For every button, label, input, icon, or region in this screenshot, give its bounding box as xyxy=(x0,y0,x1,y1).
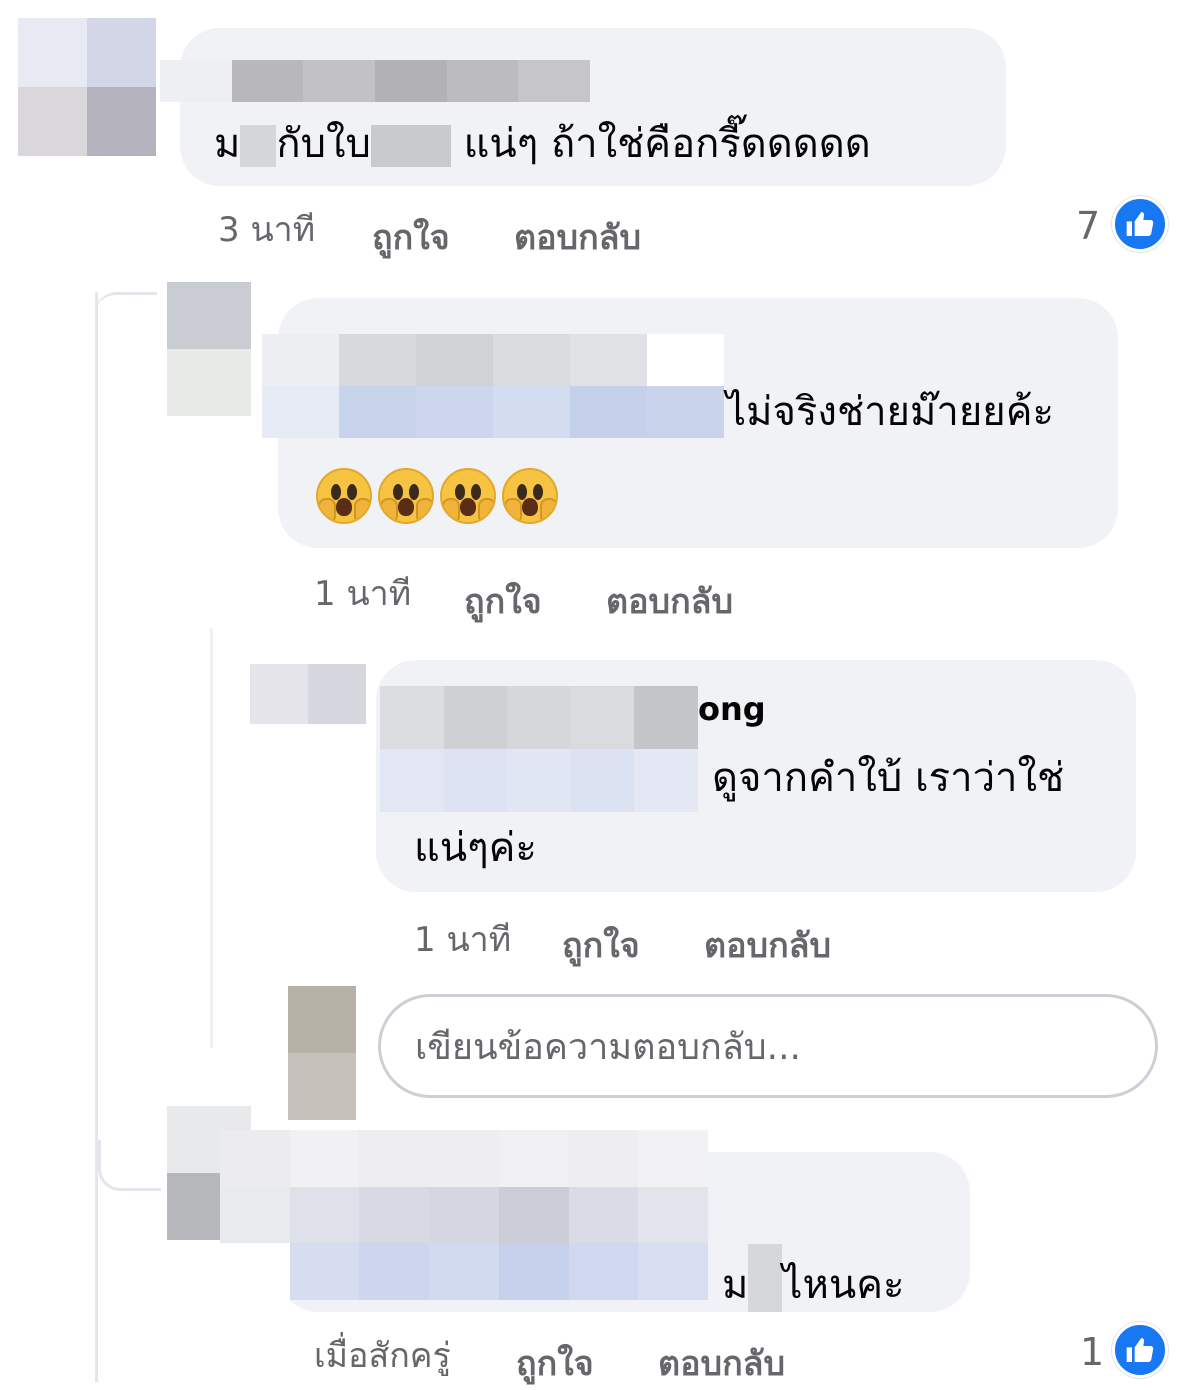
like-button[interactable]: ถูกใจ xyxy=(372,210,450,264)
reply-button[interactable]: ตอบกลับ xyxy=(514,210,641,264)
thumbs-up-icon[interactable] xyxy=(1112,1322,1168,1378)
thread-curve-reply-2 xyxy=(98,1140,161,1191)
like-button[interactable]: ถูกใจ xyxy=(562,918,640,972)
reply-input-box[interactable] xyxy=(378,994,1158,1098)
reply-button[interactable]: ตอบกลับ xyxy=(704,918,831,972)
thread-line-main xyxy=(95,292,98,1382)
comment-text: ดูจากคำใบ้ เราว่าใช่ xyxy=(712,755,1065,801)
comment-time[interactable]: 3 นาที xyxy=(218,202,315,256)
reply-button[interactable]: ตอบกลับ xyxy=(658,1336,785,1390)
thread-line-sub xyxy=(210,628,213,1048)
thumbs-up-icon[interactable] xyxy=(1112,196,1168,252)
comment-text: แน่ๆค่ะ xyxy=(414,825,537,871)
reply-input[interactable] xyxy=(413,997,1117,1097)
thread-curve-reply-1 xyxy=(95,292,157,335)
emoji-row xyxy=(316,468,576,528)
avatar[interactable] xyxy=(18,18,156,156)
face-screaming-in-fear-emoji xyxy=(316,468,372,524)
face-screaming-in-fear-emoji xyxy=(502,468,558,524)
comment-time[interactable]: เมื่อสักครู่ xyxy=(314,1328,451,1382)
comment-time[interactable]: 1 นาที xyxy=(414,912,511,966)
reaction-count[interactable]: 7 xyxy=(1076,204,1100,248)
face-screaming-in-fear-emoji xyxy=(378,468,434,524)
author-name-redacted[interactable] xyxy=(262,334,724,438)
reaction-count[interactable]: 1 xyxy=(1080,1330,1104,1374)
comment-text: ไม่จริงช่ายม๊ายยค้ะ xyxy=(726,389,1054,435)
comment-time[interactable]: 1 นาที xyxy=(314,566,411,620)
author-name-redacted[interactable] xyxy=(160,60,590,102)
author-name-redacted[interactable] xyxy=(220,1130,708,1300)
author-name[interactable]: ong xyxy=(698,690,766,728)
author-name-redacted[interactable] xyxy=(380,686,698,812)
comment-text: มกับใบ แน่ๆ ถ้าใช่คือกรี๊ดดดดด xyxy=(214,121,871,167)
face-screaming-in-fear-emoji xyxy=(440,468,496,524)
avatar[interactable] xyxy=(250,664,366,724)
reply-button[interactable]: ตอบกลับ xyxy=(606,574,733,628)
like-button[interactable]: ถูกใจ xyxy=(464,574,542,628)
avatar xyxy=(288,986,356,1120)
like-button[interactable]: ถูกใจ xyxy=(516,1336,594,1390)
avatar[interactable] xyxy=(167,282,251,416)
comment-text: มไหนคะ xyxy=(722,1244,904,1312)
